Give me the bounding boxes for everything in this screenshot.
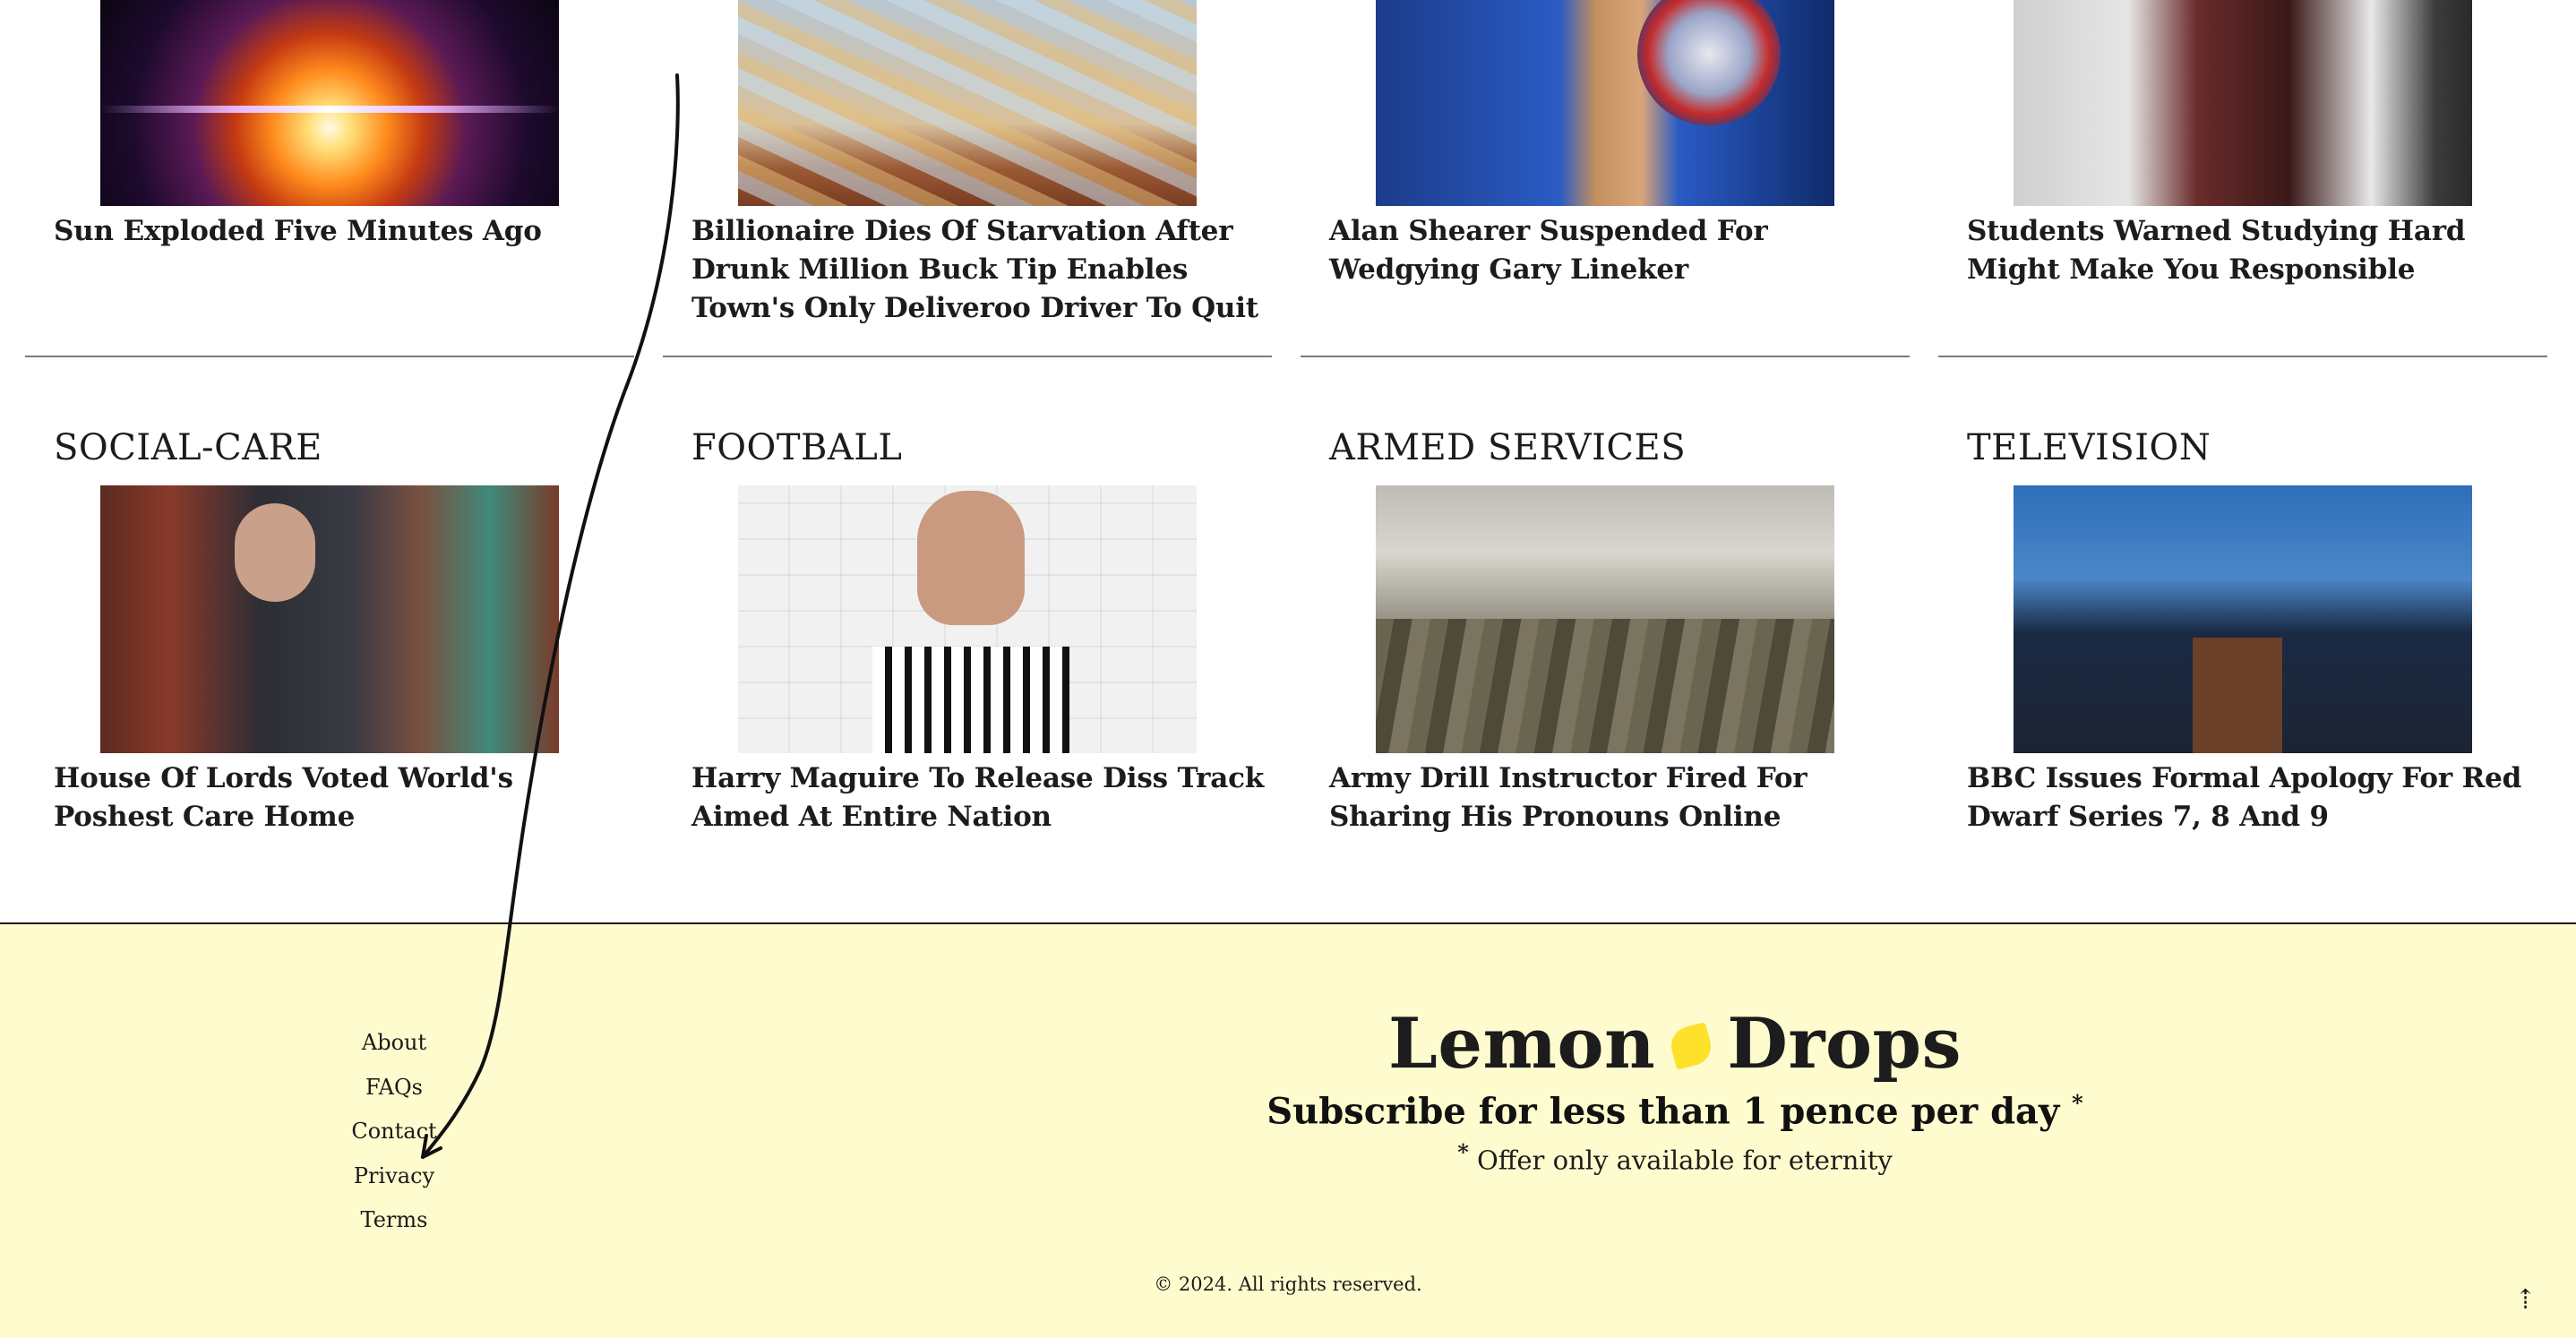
article-image-letters[interactable] — [738, 0, 1197, 206]
subscribe-cta[interactable]: Subscribe for less than 1 pence per day … — [1254, 1090, 2096, 1132]
section-title-television[interactable]: TELEVISION — [1967, 427, 2211, 468]
back-to-top-icon[interactable]: ⇡ — [2514, 1284, 2537, 1316]
article-image-television[interactable] — [2014, 485, 2472, 753]
article-image-student[interactable] — [2014, 0, 2472, 206]
article-headline[interactable]: Sun Exploded Five Minutes Ago — [54, 212, 627, 251]
article-image-pundit[interactable] — [1376, 0, 1834, 206]
article-headline[interactable]: Army Drill Instructor Fired For Sharing … — [1329, 759, 1902, 836]
divider — [1938, 356, 2547, 357]
article-headline[interactable]: BBC Issues Formal Apology For Red Dwarf … — [1967, 759, 2540, 836]
site-footer: About FAQs Contact Privacy Terms Lemon Dr… — [0, 922, 2576, 1338]
section-title-football[interactable]: FOOTBALL — [691, 427, 902, 468]
offer-footnote: * Offer only available for eternity — [1254, 1139, 2096, 1176]
article-image-football[interactable] — [738, 485, 1197, 753]
footer-link-terms[interactable]: Terms — [305, 1198, 484, 1243]
article-headline[interactable]: Harry Maguire To Release Diss Track Aime… — [691, 759, 1265, 836]
article-image-sun[interactable] — [100, 0, 559, 206]
footer-nav: About FAQs Contact Privacy Terms — [305, 1021, 484, 1243]
footer-link-about[interactable]: About — [305, 1021, 484, 1066]
lemon-icon — [1667, 1021, 1716, 1070]
divider — [1301, 356, 1910, 357]
copyright: © 2024. All rights reserved. — [1154, 1274, 1422, 1295]
brand-name-right: Drops — [1727, 1003, 1962, 1085]
divider — [663, 356, 1272, 357]
article-headline[interactable]: Alan Shearer Suspended For Wedgying Gary… — [1329, 212, 1902, 289]
section-title-social-care[interactable]: SOCIAL-CARE — [54, 427, 322, 468]
footer-link-privacy[interactable]: Privacy — [305, 1154, 484, 1199]
brand-logo[interactable]: Lemon Drops — [1254, 1003, 2096, 1085]
section-title-armed-services[interactable]: ARMED SERVICES — [1329, 427, 1686, 468]
article-image-army[interactable] — [1376, 485, 1834, 753]
footnote-mark: * — [2072, 1090, 2083, 1116]
article-headline[interactable]: Billionaire Dies Of Starvation After Dru… — [691, 212, 1265, 328]
subscribe-text: Subscribe for less than 1 pence per day — [1267, 1090, 2060, 1133]
article-headline[interactable]: Students Warned Studying Hard Might Make… — [1967, 212, 2540, 289]
brand-name-left: Lemon — [1388, 1003, 1656, 1085]
footnote-mark: * — [1457, 1139, 1469, 1165]
article-image-lords[interactable] — [100, 485, 559, 753]
divider — [25, 356, 634, 357]
footer-link-faqs[interactable]: FAQs — [305, 1066, 484, 1111]
offer-text: Offer only available for eternity — [1477, 1145, 1893, 1176]
footer-link-contact[interactable]: Contact — [305, 1110, 484, 1154]
article-headline[interactable]: House Of Lords Voted World's Poshest Car… — [54, 759, 627, 836]
